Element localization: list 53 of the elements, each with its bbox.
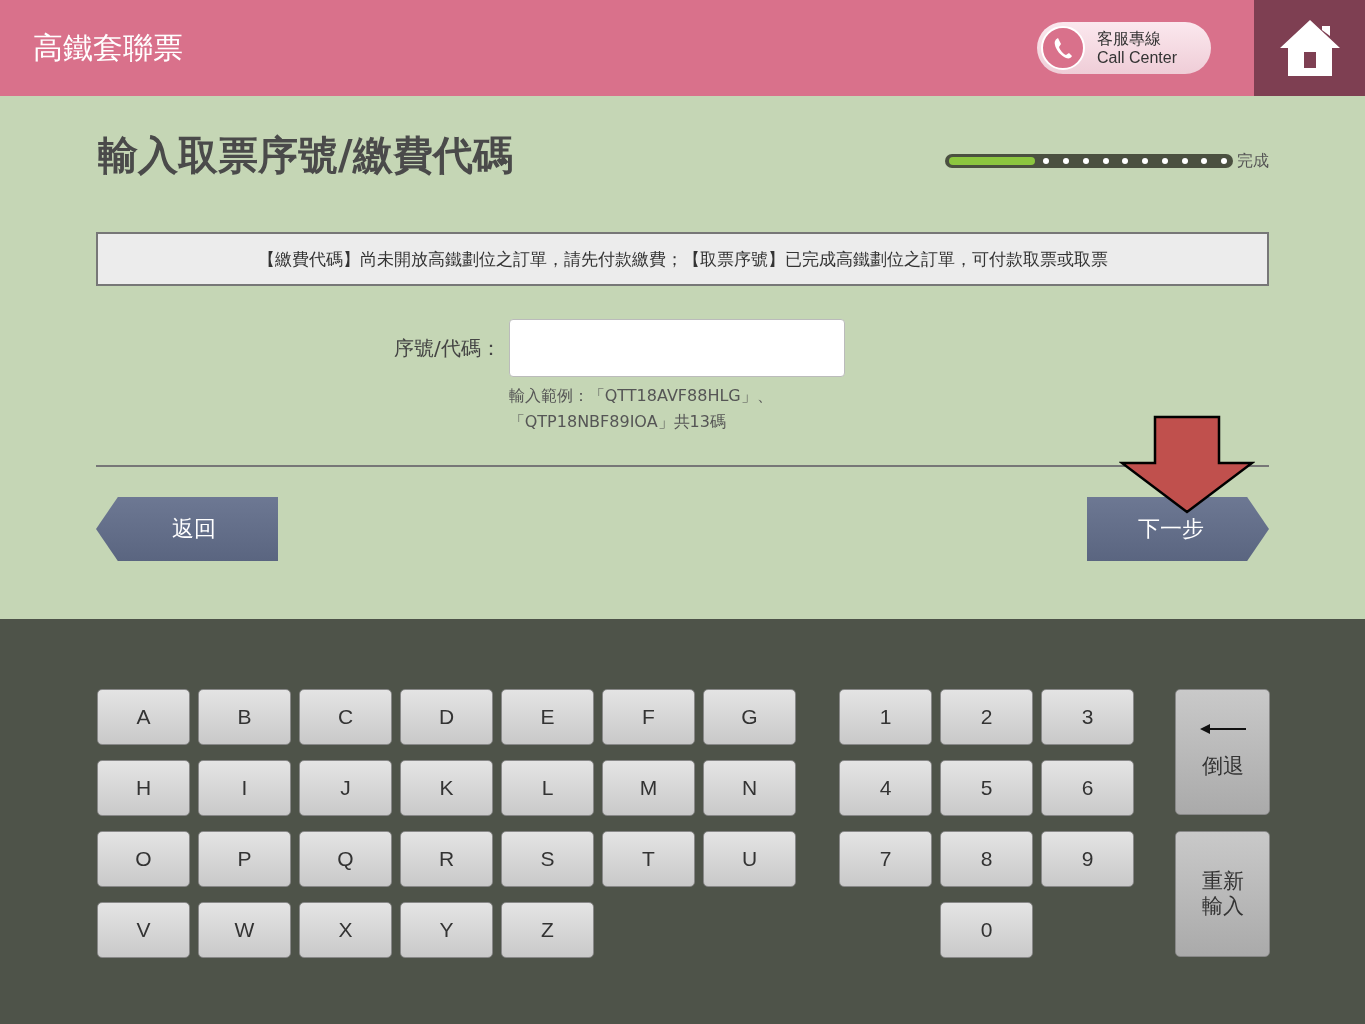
keyboard-key[interactable]: 6 — [1041, 760, 1134, 816]
keyboard-key[interactable]: T — [602, 831, 695, 887]
keyboard-key[interactable]: F — [602, 689, 695, 745]
input-hint: 「QTP18NBF89IOA」共13碼 — [508, 411, 727, 433]
home-button[interactable] — [1254, 0, 1365, 96]
page-title: 輸入取票序號/繳費代碼 — [98, 130, 513, 180]
keyboard-key[interactable]: O — [97, 831, 190, 887]
keyboard-key[interactable]: H — [97, 760, 190, 816]
down-arrow-icon — [1119, 415, 1255, 515]
back-button[interactable]: 返回 — [96, 497, 278, 561]
keyboard-key[interactable]: 9 — [1041, 831, 1134, 887]
keyboard-key[interactable]: 2 — [940, 689, 1033, 745]
keyboard-key[interactable]: 3 — [1041, 689, 1134, 745]
keyboard-key[interactable]: 4 — [839, 760, 932, 816]
input-hint: 輸入範例：「QTT18AVF88HLG」、 — [508, 385, 774, 407]
keyboard-key[interactable]: W — [198, 902, 291, 958]
keyboard-key[interactable]: P — [198, 831, 291, 887]
keyboard-key[interactable]: B — [198, 689, 291, 745]
keyboard-key[interactable]: 0 — [940, 902, 1033, 958]
keyboard-key[interactable]: 7 — [839, 831, 932, 887]
keyboard-key[interactable]: 1 — [839, 689, 932, 745]
keyboard-key[interactable]: M — [602, 760, 695, 816]
code-input-field[interactable] — [508, 319, 845, 377]
phone-icon — [1041, 26, 1085, 70]
app-title: 高鐵套聯票 — [33, 28, 184, 67]
keyboard-key[interactable]: D — [400, 689, 493, 745]
call-center-button[interactable]: 客服專線 Call Center — [1037, 22, 1211, 74]
keyboard-key[interactable]: Z — [501, 902, 594, 958]
keyboard-key[interactable]: C — [299, 689, 392, 745]
keyboard-key[interactable]: Y — [400, 902, 493, 958]
keyboard-key[interactable]: G — [703, 689, 796, 745]
next-button[interactable]: 下一步 — [1087, 497, 1269, 561]
keyboard-key[interactable]: L — [501, 760, 594, 816]
keyboard-key[interactable]: X — [299, 902, 392, 958]
notice-text: 【繳費代碼】尚未開放高鐵劃位之訂單，請先付款繳費；【取票序號】已完成高鐵劃位之訂單，可付款取票或取票 — [96, 232, 1269, 286]
keyboard-key[interactable]: R — [400, 831, 493, 887]
keyboard-key[interactable]: A — [97, 689, 190, 745]
keyboard-key[interactable]: S — [501, 831, 594, 887]
progress-label: 完成 — [1237, 150, 1269, 172]
keyboard-key[interactable]: Q — [299, 831, 392, 887]
keyboard-key[interactable]: K — [400, 760, 493, 816]
keyboard-key[interactable]: I — [198, 760, 291, 816]
keyboard-key[interactable]: J — [299, 760, 392, 816]
keyboard-key[interactable]: 8 — [940, 831, 1033, 887]
keyboard-key[interactable]: 5 — [940, 760, 1033, 816]
reset-key[interactable]: 重新輸入 — [1175, 831, 1270, 957]
keyboard-key[interactable]: N — [703, 760, 796, 816]
backspace-key[interactable]: 倒退 — [1175, 689, 1270, 815]
keyboard-key[interactable]: U — [703, 831, 796, 887]
keyboard-key[interactable]: E — [501, 689, 594, 745]
keyboard-key[interactable]: V — [97, 902, 190, 958]
field-label: 序號/代碼： — [394, 335, 501, 362]
left-arrow-icon — [1199, 724, 1246, 734]
